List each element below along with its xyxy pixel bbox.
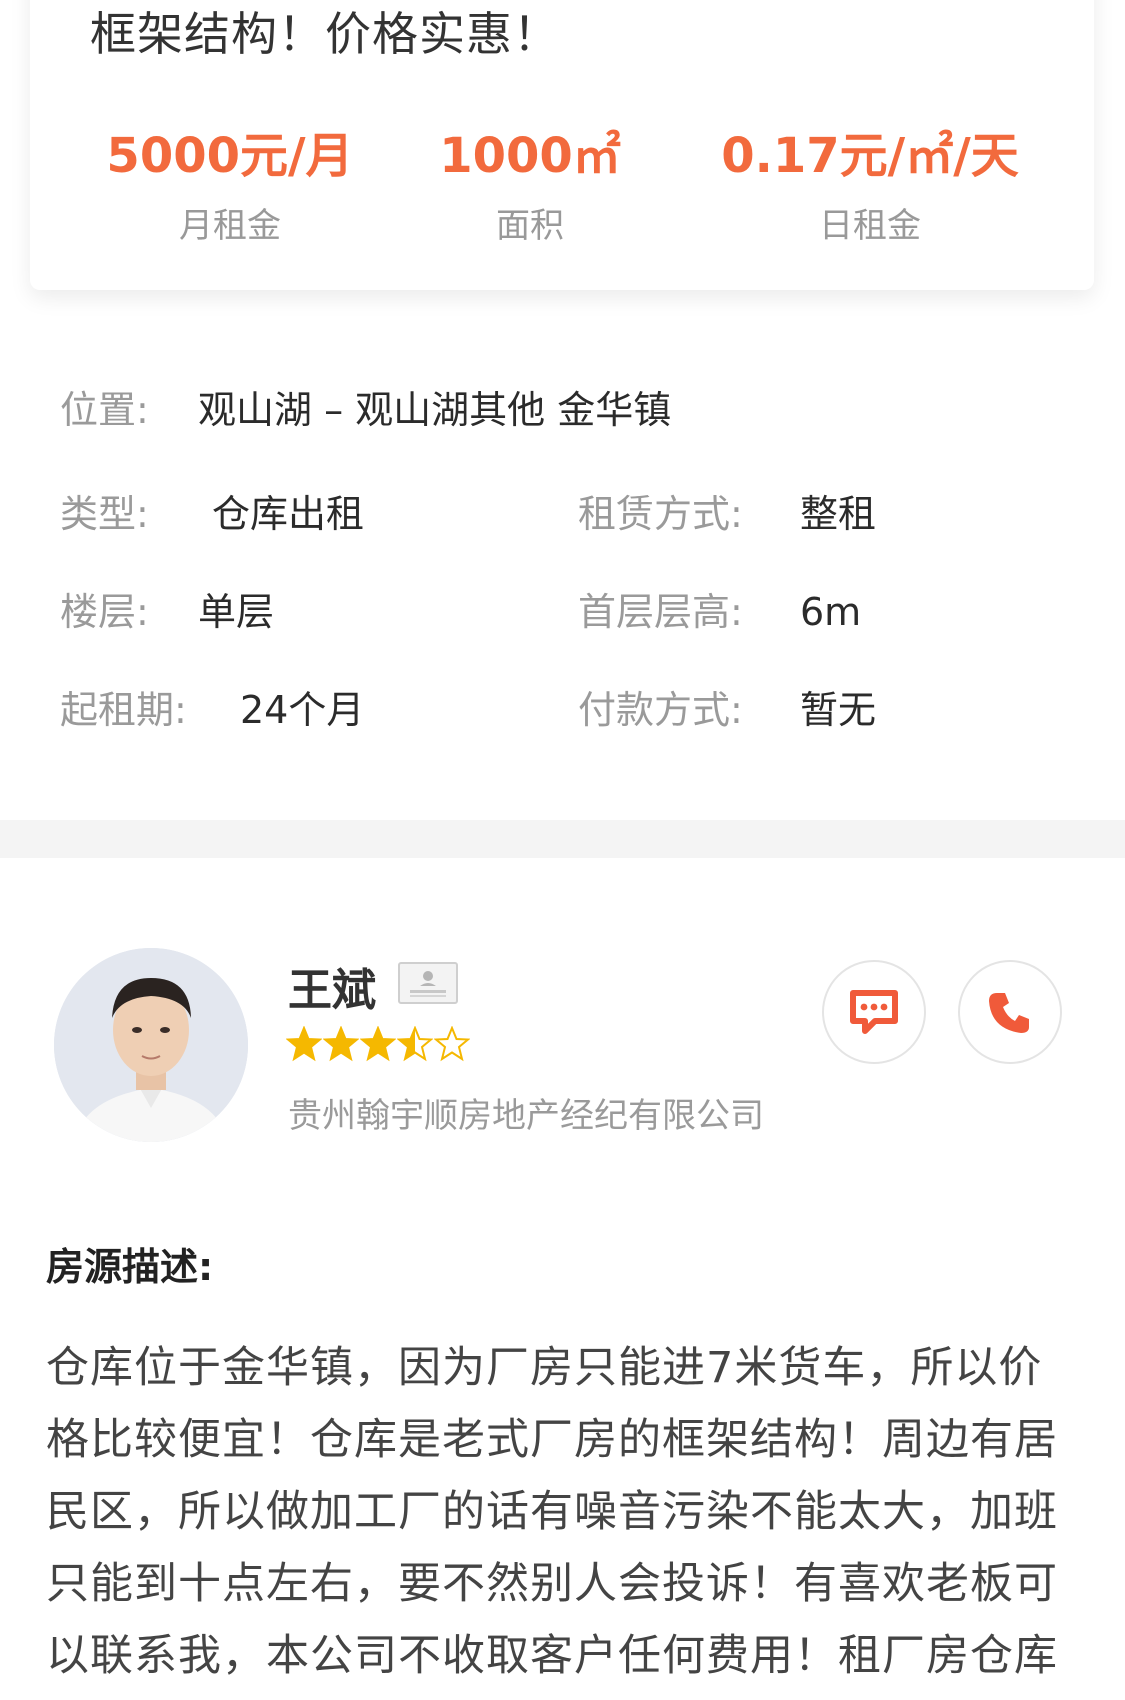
daily-rent-label: 日租金: [819, 206, 921, 246]
chat-button[interactable]: [822, 960, 926, 1064]
description-body: 仓库位于金华镇，因为厂房只能进7米货车，所以价 格比较便宜！仓库是老式厂房的框架…: [46, 1332, 1086, 1692]
agent-company: 贵州翰宇顺房地产经纪有限公司: [288, 1096, 764, 1136]
term-label: 起租期:: [60, 688, 187, 732]
description-line: 民区，所以做加工厂的话有噪音污染不能太大，加班: [46, 1487, 1058, 1537]
description-title: 房源描述:: [46, 1245, 214, 1289]
info-row-floor: 楼层: 单层 首层层高: 6m: [0, 582, 1125, 642]
stat-monthly-rent: 5000元/月 月租金: [100, 126, 360, 247]
payment-label: 付款方式:: [578, 688, 743, 732]
id-card-icon: [398, 962, 458, 1004]
stat-daily-rent: 0.17元/㎡/天 日租金: [710, 126, 1030, 247]
description-line: 格比较便宜！仓库是老式厂房的框架结构！周边有居: [46, 1415, 1058, 1465]
location-value: 观山湖 – 观山湖其他 金华镇: [198, 388, 672, 432]
payment-value: 暂无: [800, 688, 877, 732]
call-button[interactable]: [958, 960, 1062, 1064]
area-label: 面积: [496, 206, 564, 246]
section-divider: [0, 820, 1125, 858]
star-full-icon: [286, 1026, 322, 1062]
star-full-icon: [323, 1026, 359, 1062]
agent-name: 王斌: [288, 965, 376, 1016]
daily-rent-value: 0.17元/㎡/天: [721, 128, 1019, 184]
height-label: 首层层高:: [578, 590, 743, 634]
height-value: 6m: [800, 590, 862, 634]
description-line: 仓库位于金华镇，因为厂房只能进7米货车，所以价: [46, 1343, 1043, 1393]
star-empty-icon: [434, 1026, 470, 1062]
description-line: 只能到十点左右，要不然别人会投诉！有喜欢老板可: [46, 1559, 1058, 1609]
floor-value: 单层: [198, 590, 275, 634]
stat-area: 1000㎡ 面积: [420, 126, 640, 247]
floor-label: 楼层:: [60, 590, 149, 634]
star-full-icon: [360, 1026, 396, 1062]
area-value: 1000㎡: [439, 128, 621, 184]
description-line: 以联系我，本公司不收取客户任何费用！租厂房仓库: [46, 1631, 1058, 1681]
avatar[interactable]: [54, 948, 248, 1142]
type-label: 类型:: [60, 492, 149, 536]
chat-icon: [850, 990, 898, 1034]
monthly-rent-value: 5000元/月: [106, 128, 354, 184]
listing-title: 框架结构！价格实惠！: [90, 7, 560, 61]
term-value: 24个月: [240, 688, 365, 732]
location-label: 位置:: [60, 388, 149, 432]
info-row-term: 起租期: 24个月 付款方式: 暂无: [0, 680, 1125, 740]
type-value: 仓库出租: [212, 492, 365, 536]
agent-card[interactable]: 王斌 贵州翰宇顺房地产经纪有限公司: [0, 940, 1125, 1160]
lease-value: 整租: [800, 492, 877, 536]
monthly-rent-label: 月租金: [179, 206, 281, 246]
star-half-icon: [397, 1026, 433, 1062]
info-row-type: 类型: 仓库出租 租赁方式: 整租: [0, 484, 1125, 544]
price-stats: 5000元/月 月租金 1000㎡ 面积 0.17元/㎡/天 日租金: [30, 126, 1094, 256]
lease-label: 租赁方式:: [578, 492, 743, 536]
summary-card: 框架结构！价格实惠！ 5000元/月 月租金 1000㎡ 面积 0.17元/㎡/…: [30, 0, 1094, 290]
info-row-location: 位置: 观山湖 – 观山湖其他 金华镇: [0, 380, 1125, 440]
phone-icon: [989, 993, 1029, 1033]
rating-stars: [286, 1026, 471, 1066]
